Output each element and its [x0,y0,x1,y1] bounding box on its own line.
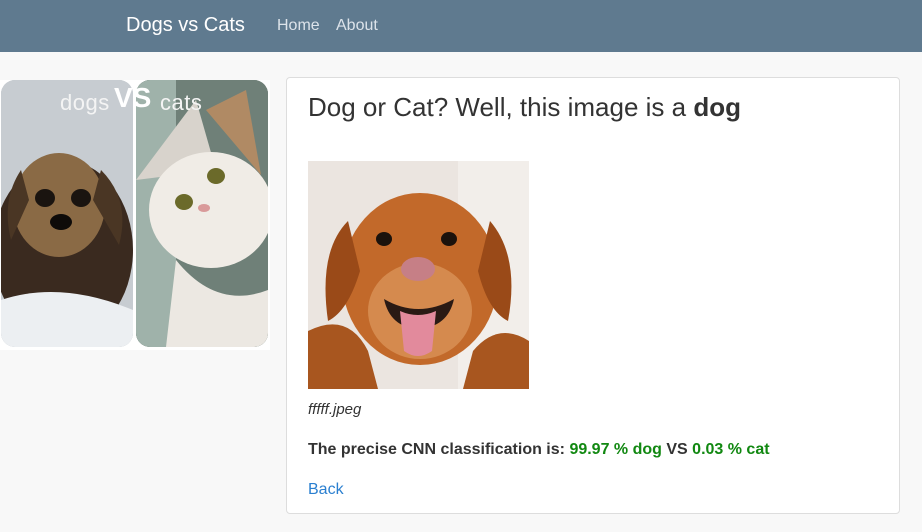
hero-cats-text: cats [160,90,203,115]
brand-link[interactable]: Dogs vs Cats [126,13,245,37]
result-title-prefix: Dog or Cat? Well, this image is a [308,92,687,122]
result-label: dog [693,92,742,122]
result-title: Dog or Cat? Well, this image is a dog [308,90,741,124]
navbar: Dogs vs Cats Home About [0,0,922,52]
classification-prefix: The precise CNN classification is: [308,441,565,458]
cat-percentage: 0.03 % cat [692,441,770,458]
uploaded-dog-photo [308,161,529,389]
result-panel: Dog or Cat? Well, this image is a dog ff… [286,77,900,514]
classification-result: The precise CNN classification is: 99.97… [308,441,770,459]
hero-dogs-text: dogs [60,90,110,115]
vs-label: VS [666,441,688,458]
nav-home-link[interactable]: Home [277,16,320,36]
puppy-photo [1,80,133,347]
hero-banner-image: dogs VS cats [0,80,270,350]
image-filename: fffff.jpeg [308,401,362,418]
dog-percentage: 99.97 % dog [569,441,662,458]
nav-about-link[interactable]: About [336,16,378,36]
hero-vs-text: VS [114,82,152,113]
kitten-photo [136,80,268,347]
back-link[interactable]: Back [308,481,344,499]
